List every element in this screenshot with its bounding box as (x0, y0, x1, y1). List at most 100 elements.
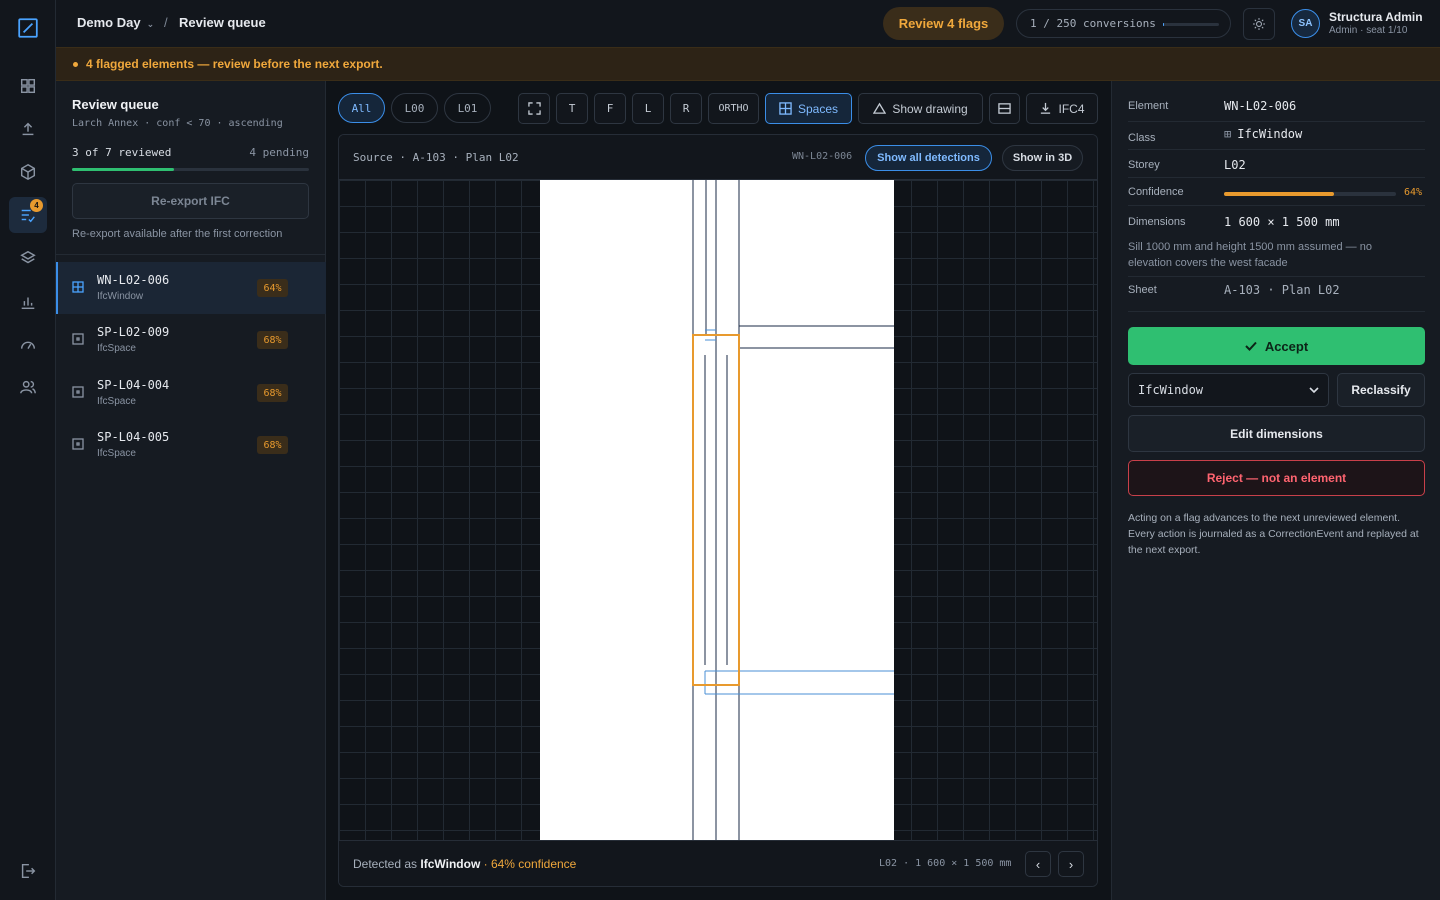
divider (1128, 177, 1425, 178)
users-icon (20, 380, 36, 394)
queue-item[interactable]: WN-L02-006 IfcWindow 64% (56, 262, 326, 314)
view-right-button[interactable]: R (670, 93, 702, 124)
spaces-toggle[interactable]: Spaces (765, 93, 852, 124)
queue-item[interactable]: SP-L02-009 IfcSpace 68% (56, 314, 326, 366)
confidence-fill (1224, 192, 1335, 196)
previous-element-button[interactable]: ‹ (1025, 851, 1051, 877)
nav-upload[interactable] (9, 111, 47, 147)
viewer-area: All L00 L01 T F L R ORTHO Spaces Show dr… (326, 81, 1111, 900)
accept-button[interactable]: Accept (1128, 327, 1425, 365)
nav-team[interactable] (9, 369, 47, 405)
class-text: IfcWindow (1237, 127, 1303, 141)
conversions-progress-bar (1163, 23, 1219, 26)
show-drawing-button[interactable]: Show drawing (858, 93, 983, 124)
page-title: Review queue (179, 15, 266, 30)
bar-chart-icon (21, 297, 35, 310)
window-icon: ⊞ (1224, 127, 1232, 141)
nav-analytics[interactable] (9, 284, 47, 320)
nav-dashboard[interactable] (9, 68, 47, 104)
avatar[interactable]: SA (1291, 9, 1320, 38)
conversions-usage: 1 / 250 conversions (1016, 9, 1231, 38)
storey-label: Storey (1128, 159, 1160, 171)
review-flags-button[interactable]: Review 4 flags (883, 7, 1004, 40)
divider (1128, 276, 1425, 277)
export-ifc4-button[interactable]: IFC4 (1026, 93, 1098, 124)
reclassify-button[interactable]: Reclassify (1337, 373, 1425, 407)
show-all-detections-button[interactable]: Show all detections (865, 145, 992, 171)
class-select[interactable]: IfcWindow (1128, 373, 1329, 407)
level-chip-l00[interactable]: L00 (391, 93, 438, 123)
view-front-button[interactable]: F (594, 93, 626, 124)
reexport-ifc-button[interactable]: Re-export IFC (72, 183, 309, 219)
show-drawing-label: Show drawing (892, 101, 968, 116)
export-label: IFC4 (1058, 101, 1085, 116)
storey-value: L02 (1224, 158, 1246, 172)
section-button[interactable] (989, 93, 1020, 124)
detected-class: IfcWindow (420, 857, 481, 871)
logout-button[interactable] (9, 853, 47, 889)
view-ortho-button[interactable]: ORTHO (708, 93, 759, 124)
accept-label: Accept (1264, 338, 1309, 354)
divider (1128, 205, 1425, 206)
logout-icon (21, 863, 36, 879)
queue-filter: Larch Annex · conf < 70 · ascending (72, 118, 283, 129)
nav-models[interactable] (9, 154, 47, 190)
queue-pending-count: 4 pending (249, 146, 309, 159)
plan-drawing (692, 180, 894, 840)
level-chip-all[interactable]: All (338, 93, 385, 123)
queue-progress-bar (72, 168, 309, 171)
reject-button[interactable]: Reject — not an element (1128, 460, 1425, 496)
detected-confidence: · 64% confidence (483, 857, 577, 871)
space-icon (72, 438, 84, 450)
show-in-3d-button[interactable]: Show in 3D (1002, 145, 1083, 171)
top-bar: Demo Day ⌄ / Review queue Review 4 flags … (56, 0, 1440, 47)
queue-item[interactable]: SP-L04-005 IfcSpace 68% (56, 419, 326, 471)
divider (1128, 121, 1425, 122)
detection-meta: L02 · 1 600 × 1 500 mm (879, 858, 1012, 869)
divider (1128, 311, 1425, 312)
viewer-element-id: WN-L02-006 (792, 151, 853, 162)
confidence-value: 64% (1404, 187, 1423, 198)
element-value: WN-L02-006 (1224, 99, 1297, 113)
view-top-button[interactable]: T (556, 93, 588, 124)
confidence-badge: 68% (257, 436, 288, 454)
queue-item-class: IfcSpace (97, 396, 136, 407)
reexport-note: Re-export available after the first corr… (72, 228, 283, 240)
window-icon (72, 281, 84, 293)
drawing-canvas[interactable] (339, 180, 1097, 840)
nav-review[interactable]: 4 (9, 197, 47, 233)
triangle-icon (873, 102, 887, 114)
next-element-button[interactable]: › (1058, 851, 1084, 877)
class-value: ⊞ IfcWindow (1224, 127, 1302, 141)
banner-text: 4 flagged elements — review before the n… (86, 57, 383, 71)
queue-item-class: IfcSpace (97, 448, 136, 459)
nav-performance[interactable] (9, 327, 47, 363)
space-icon (72, 333, 84, 345)
confidence-badge: 68% (257, 384, 288, 402)
project-name: Demo Day (77, 15, 141, 30)
viewer-footer: Detected as IfcWindow · 64% confidence L… (339, 840, 1097, 886)
flag-banner: 4 flagged elements — review before the n… (56, 47, 1440, 81)
detection-summary: Detected as IfcWindow · 64% confidence (353, 857, 576, 871)
project-switcher[interactable]: Demo Day ⌄ (77, 15, 154, 30)
spaces-label: Spaces (797, 101, 839, 116)
divider (56, 254, 326, 255)
view-left-button[interactable]: L (632, 93, 664, 124)
level-chip-l01[interactable]: L01 (444, 93, 491, 123)
expand-icon (527, 102, 541, 115)
space-icon (779, 102, 792, 115)
edit-dimensions-button[interactable]: Edit dimensions (1128, 415, 1425, 452)
queue-item-id: SP-L04-004 (97, 378, 170, 392)
queue-item[interactable]: SP-L04-004 IfcSpace 68% (56, 367, 326, 419)
user-name: Structura Admin (1329, 10, 1423, 24)
chevron-down-icon: ⌄ (146, 19, 155, 29)
diagonal-square-icon (18, 18, 38, 38)
queue-reviewed-count: 3 of 7 reviewed (72, 146, 172, 159)
app-logo[interactable] (9, 10, 47, 46)
conversions-progress-fill (1163, 23, 1164, 26)
theme-toggle-button[interactable] (1243, 8, 1275, 40)
fit-view-button[interactable] (518, 93, 550, 124)
nav-layers[interactable] (9, 240, 47, 276)
confidence-badge: 68% (257, 331, 288, 349)
drawing-viewer: Source · A-103 · Plan L02 WN-L02-006 Sho… (338, 134, 1098, 887)
